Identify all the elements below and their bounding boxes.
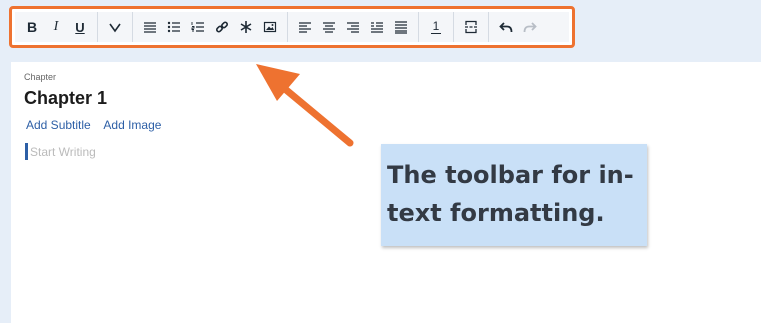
toolbar-group-footnote: 1 xyxy=(419,12,454,42)
align-right-button[interactable] xyxy=(341,15,365,39)
footnote-icon: 1 xyxy=(432,18,440,33)
chapter-title[interactable]: Chapter 1 xyxy=(24,88,107,109)
bold-icon: B xyxy=(26,19,38,35)
numbered-list-button[interactable] xyxy=(186,15,210,39)
toolbar-group-align xyxy=(288,12,419,42)
footnote-underline xyxy=(431,32,441,35)
page-break-icon xyxy=(465,20,477,34)
align-right-icon xyxy=(347,22,359,33)
align-left-icon xyxy=(299,22,311,33)
justify-button[interactable] xyxy=(389,15,413,39)
toolbar-group-more xyxy=(98,12,133,42)
justify-icon xyxy=(395,21,407,34)
align-left-button[interactable] xyxy=(293,15,317,39)
toolbar-highlight: B I U 1 xyxy=(9,6,575,48)
paragraph-button[interactable] xyxy=(138,15,162,39)
bullet-list-icon xyxy=(167,21,180,33)
redo-button[interactable] xyxy=(518,15,542,39)
annotation-callout: The toolbar for in-text formatting. xyxy=(381,144,647,246)
underline-icon: U xyxy=(75,19,85,35)
indent-button[interactable] xyxy=(365,15,389,39)
more-formatting-button[interactable] xyxy=(103,15,127,39)
link-button[interactable] xyxy=(210,15,234,39)
image-button[interactable] xyxy=(258,15,282,39)
toolbar-group-break xyxy=(454,12,489,42)
undo-icon xyxy=(499,22,513,33)
chapter-label: Chapter xyxy=(24,72,57,82)
indent-icon xyxy=(371,22,383,33)
asterisk-button[interactable] xyxy=(234,15,258,39)
add-image-link[interactable]: Add Image xyxy=(103,118,161,132)
italic-button[interactable]: I xyxy=(44,15,68,39)
align-center-icon xyxy=(323,22,335,33)
formatting-toolbar: B I U 1 xyxy=(15,12,569,42)
bulleted-list-button[interactable] xyxy=(162,15,186,39)
redo-icon xyxy=(523,22,537,33)
asterisk-icon xyxy=(240,21,252,33)
annotation-text: The toolbar for in-text formatting. xyxy=(387,161,634,227)
toolbar-group-text-style: B I U xyxy=(15,12,98,42)
text-cursor xyxy=(25,143,28,160)
chevron-down-icon xyxy=(109,23,121,33)
chapter-body-input[interactable] xyxy=(30,143,230,161)
toolbar-group-insert xyxy=(133,12,288,42)
bold-button[interactable]: B xyxy=(20,15,44,39)
numbered-list-icon xyxy=(191,22,204,32)
underline-button[interactable]: U xyxy=(68,15,92,39)
paragraph-icon xyxy=(144,22,156,33)
align-center-button[interactable] xyxy=(317,15,341,39)
toolbar-group-history xyxy=(489,12,547,42)
footnote-button[interactable]: 1 xyxy=(424,15,448,39)
page-break-button[interactable] xyxy=(459,15,483,39)
sidebar-strip xyxy=(0,0,11,323)
italic-icon: I xyxy=(53,19,59,34)
link-icon xyxy=(215,21,229,33)
image-icon xyxy=(263,21,277,33)
undo-button[interactable] xyxy=(494,15,518,39)
chapter-actions: Add Subtitle Add Image xyxy=(26,118,171,132)
add-subtitle-link[interactable]: Add Subtitle xyxy=(26,118,91,132)
